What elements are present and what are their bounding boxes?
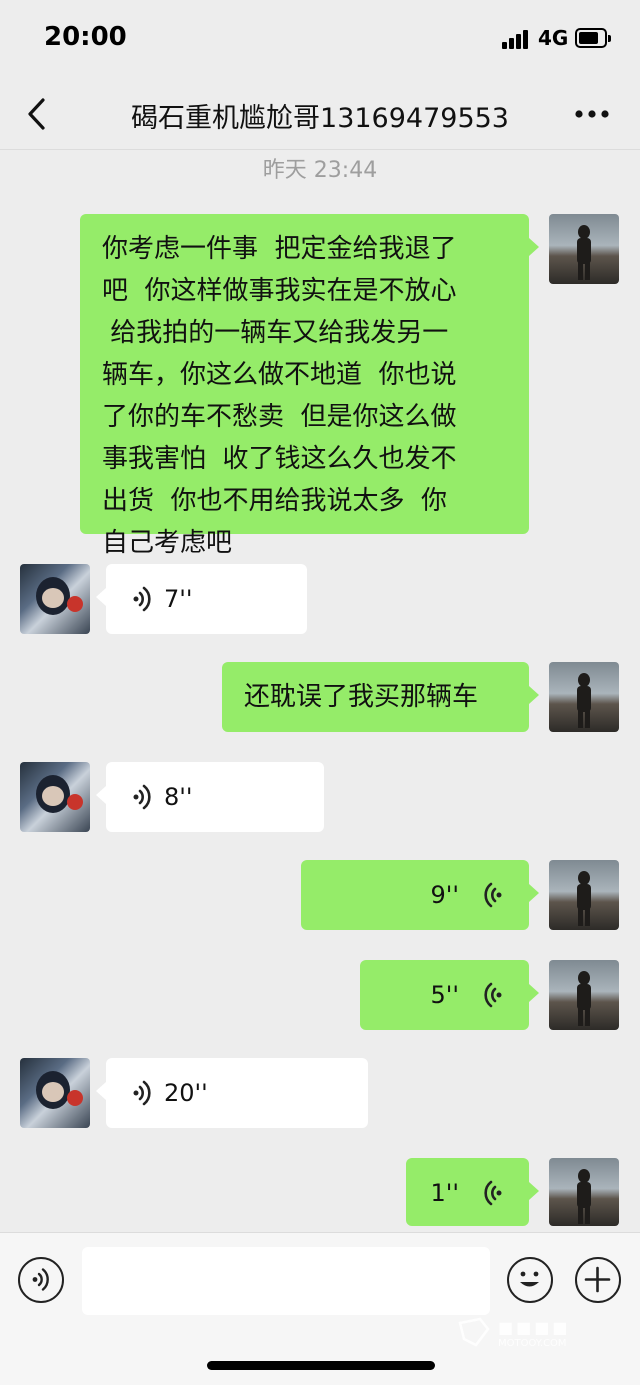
- voice-duration: 20'': [164, 1079, 208, 1107]
- voice-duration: 5'': [430, 981, 459, 1009]
- voice-duration: 9'': [430, 881, 459, 909]
- back-icon[interactable]: [22, 96, 54, 132]
- voice-bubble[interactable]: 8'': [96, 762, 324, 832]
- home-indicator: [207, 1361, 435, 1370]
- voice-bubble[interactable]: 9'': [301, 860, 539, 930]
- voice-duration: 8'': [164, 783, 193, 811]
- peer-avatar[interactable]: [20, 762, 90, 832]
- voice-bubble[interactable]: 1'': [406, 1158, 539, 1226]
- self-avatar[interactable]: [549, 860, 619, 930]
- plus-icon: [584, 1266, 611, 1293]
- network-type: 4G: [538, 26, 569, 50]
- text-line: 辆车，你这么做不地道 你也说: [102, 360, 457, 390]
- text-line: 自己考虑吧: [102, 528, 233, 558]
- text-line: 出货 你也不用给我说太多 你: [102, 486, 448, 516]
- text-line: 给我拍的一辆车又给我发另一: [102, 318, 449, 348]
- voice-icon: [133, 784, 151, 810]
- text-line: 了你的车不愁卖 但是你这么做: [102, 402, 457, 432]
- text-line: 还耽误了我买那辆车: [244, 682, 479, 712]
- voice-toggle-button[interactable]: [18, 1257, 64, 1303]
- voice-bubble[interactable]: 20'': [96, 1058, 368, 1128]
- text-line: 吧 你这样做事我实在是不放心: [102, 276, 457, 306]
- voice-icon: [133, 1080, 151, 1106]
- peer-avatar[interactable]: [20, 564, 90, 634]
- more-functions-button[interactable]: [575, 1257, 621, 1303]
- voice-bubble[interactable]: 5'': [360, 960, 539, 1030]
- voice-bubble[interactable]: 7'': [96, 564, 307, 634]
- voice-icon: [133, 586, 151, 612]
- emoji-button[interactable]: [507, 1257, 553, 1303]
- status-bar: 20:00 4G: [0, 0, 640, 78]
- battery-icon: [575, 28, 611, 48]
- voice-icon: [484, 882, 502, 908]
- text-line: 你考虑一件事 把定金给我退了: [102, 234, 457, 264]
- self-avatar[interactable]: [549, 214, 619, 284]
- message-timestamp: 昨天 23:44: [262, 158, 378, 183]
- voice-icon: [32, 1268, 49, 1291]
- more-icon[interactable]: [574, 108, 610, 120]
- text-line: 事我害怕 收了钱这么久也发不: [102, 444, 457, 474]
- text-bubble[interactable]: 还耽误了我买那辆车: [222, 662, 539, 732]
- self-avatar[interactable]: [549, 1158, 619, 1226]
- voice-icon: [484, 982, 502, 1008]
- chat-title: 碣石重机尴尬哥13169479553: [131, 103, 509, 134]
- input-bar: ■■■■ MOTOOY.COM: [0, 1232, 640, 1385]
- voice-duration: 1'': [430, 1179, 459, 1207]
- voice-duration: 7'': [164, 585, 193, 613]
- self-avatar[interactable]: [549, 662, 619, 732]
- svg-text:■■■■: ■■■■: [498, 1318, 570, 1337]
- message-input[interactable]: [82, 1247, 490, 1315]
- signal-icon: [502, 29, 532, 49]
- peer-avatar[interactable]: [20, 1058, 90, 1128]
- emoji-icon: [520, 1271, 539, 1287]
- status-time: 20:00: [44, 22, 127, 52]
- voice-icon: [484, 1180, 502, 1206]
- text-bubble[interactable]: 你考虑一件事 把定金给我退了 吧 你这样做事我实在是不放心 给我拍的一辆车又给我…: [80, 214, 539, 558]
- chat-header: 碣石重机尴尬哥13169479553: [0, 78, 640, 150]
- self-avatar[interactable]: [549, 960, 619, 1030]
- watermark-text: MOTOOY.COM: [498, 1338, 567, 1349]
- watermark-logo: ■■■■ MOTOOY.COM: [458, 1317, 570, 1349]
